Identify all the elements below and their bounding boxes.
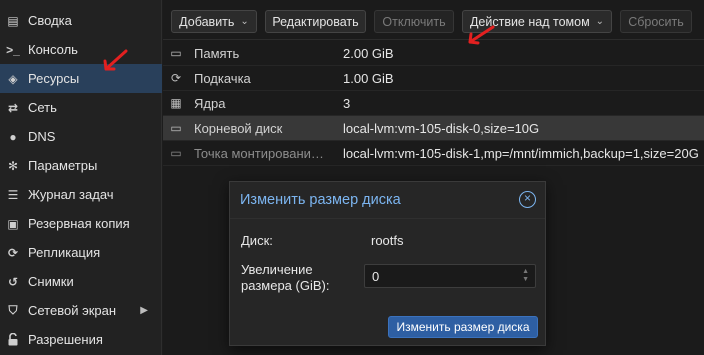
annotation-arrow-icon	[103, 49, 128, 71]
disk-icon: ▭	[170, 121, 182, 135]
row-label: Ядра	[194, 95, 226, 111]
sidebar-item-label: Сеть	[28, 100, 57, 115]
sidebar-item-replication[interactable]: ⟳ Репликация	[0, 238, 162, 267]
app-window: ▤ Сводка >_ Консоль ◈ Ресурсы ⇄ Сеть ● D…	[0, 0, 704, 355]
resize-disk-dialog: Изменить размер диска × Диск: rootfs Уве…	[229, 181, 546, 346]
gear-icon: ✻	[7, 158, 19, 173]
row-label: Подкачка	[194, 70, 251, 86]
sidebar-item-label: Параметры	[28, 158, 98, 173]
table-row-cores[interactable]: ▦ Ядра 3	[163, 91, 704, 116]
sidebar-item-task-history[interactable]: ☰ Журнал задач	[0, 180, 162, 209]
detach-button[interactable]: Отключить	[374, 10, 454, 33]
disk-label: Диск:	[241, 233, 273, 248]
history-icon: ↺	[7, 274, 19, 289]
annotation-arrow-icon	[468, 25, 495, 45]
memory-icon: ▭	[170, 46, 182, 60]
close-icon[interactable]: ×	[519, 191, 536, 208]
reset-button-label: Сбросить	[628, 14, 684, 29]
increase-label-line2: размера (GiB):	[241, 278, 330, 293]
sidebar-item-network[interactable]: ⇄ Сеть	[0, 93, 162, 122]
expand-arrow-icon[interactable]: ▶	[140, 305, 148, 316]
resize-disk-button[interactable]: Изменить размер диска	[388, 316, 538, 338]
sidebar-item-permissions[interactable]: Разрешения	[0, 325, 162, 354]
swap-icon: ⟳	[170, 71, 182, 85]
dialog-title: Изменить размер диска	[240, 192, 401, 208]
add-button-label: Добавить	[179, 14, 235, 29]
sidebar-item-console[interactable]: >_ Консоль	[0, 35, 162, 64]
toolbar: Добавить ⌄ Редактировать Отключить Дейст…	[163, 0, 704, 40]
sidebar-item-options[interactable]: ✻ Параметры	[0, 151, 162, 180]
sidebar-item-label: DNS	[28, 129, 56, 144]
globe-icon: ●	[9, 129, 17, 144]
sidebar-item-summary[interactable]: ▤ Сводка	[0, 6, 162, 35]
row-value: 3	[343, 95, 351, 111]
increase-label-line1: Увеличение	[241, 262, 313, 277]
dialog-divider	[230, 218, 545, 219]
resize-disk-button-label: Изменить размер диска	[396, 320, 530, 334]
unlock-icon	[5, 332, 21, 348]
sidebar-item-label: Разрешения	[28, 332, 103, 347]
row-label: Корневой диск	[194, 120, 283, 136]
edit-button-label: Редактировать	[272, 14, 359, 29]
row-value: 1.00 GiB	[343, 70, 394, 86]
shield-icon: ⛉	[8, 303, 18, 317]
list-icon: ☰	[7, 187, 19, 202]
detach-button-label: Отключить	[382, 14, 446, 29]
floppy-icon: ▣	[7, 216, 19, 231]
sidebar-item-label: Ресурсы	[28, 71, 80, 86]
cpu-icon: ▦	[170, 96, 182, 110]
sidebar: ▤ Сводка >_ Консоль ◈ Ресурсы ⇄ Сеть ● D…	[0, 0, 162, 355]
row-label: Память	[194, 45, 240, 61]
replication-icon: ⟳	[7, 245, 19, 260]
reset-button[interactable]: Сбросить	[620, 10, 692, 33]
sidebar-item-label: Сводка	[28, 13, 72, 28]
sidebar-item-label: Журнал задач	[28, 187, 114, 202]
sidebar-item-label: Репликация	[28, 245, 101, 260]
table-row-root-disk[interactable]: ▭ Корневой диск local-lvm:vm-105-disk-0,…	[163, 116, 704, 141]
sidebar-item-dns[interactable]: ● DNS	[0, 122, 162, 151]
spinner-arrows-icon[interactable]: ▲ ▼	[522, 268, 529, 284]
edit-button[interactable]: Редактировать	[265, 10, 366, 33]
disk-value: rootfs	[371, 233, 404, 248]
summary-icon: ▤	[7, 13, 19, 28]
sidebar-item-resources[interactable]: ◈ Ресурсы	[0, 64, 162, 93]
sidebar-item-label: Резервная копия	[28, 216, 130, 231]
table-row-mount-point[interactable]: ▭ Точка монтировани… local-lvm:vm-105-di…	[163, 141, 704, 166]
row-value: 2.00 GiB	[343, 45, 394, 61]
terminal-icon: >_	[6, 42, 20, 57]
sidebar-item-firewall[interactable]: ⛉ Сетевой экран ▶	[0, 296, 162, 325]
row-value: local-lvm:vm-105-disk-1,mp=/mnt/immich,b…	[343, 145, 699, 161]
row-value: local-lvm:vm-105-disk-0,size=10G	[343, 120, 540, 136]
size-increase-stepper[interactable]: 0 ▲ ▼	[364, 264, 536, 288]
add-button[interactable]: Добавить ⌄	[171, 10, 257, 33]
sidebar-item-snapshots[interactable]: ↺ Снимки	[0, 267, 162, 296]
chevron-down-icon: ⌄	[240, 16, 249, 27]
table-row-swap[interactable]: ⟳ Подкачка 1.00 GiB	[163, 66, 704, 91]
table-row-memory[interactable]: ▭ Память 2.00 GiB	[163, 41, 704, 66]
size-increase-value: 0	[372, 268, 380, 284]
network-arrows-icon: ⇄	[7, 100, 19, 115]
chevron-down-icon: ⌄	[595, 16, 605, 27]
sidebar-item-backup[interactable]: ▣ Резервная копия	[0, 209, 162, 238]
cube-icon: ◈	[8, 71, 18, 86]
sidebar-item-label: Снимки	[28, 274, 74, 289]
disk-icon: ▭	[170, 146, 182, 160]
sidebar-item-label: Консоль	[28, 42, 78, 57]
row-label: Точка монтировани…	[194, 145, 324, 161]
sidebar-item-label: Сетевой экран	[28, 303, 117, 318]
